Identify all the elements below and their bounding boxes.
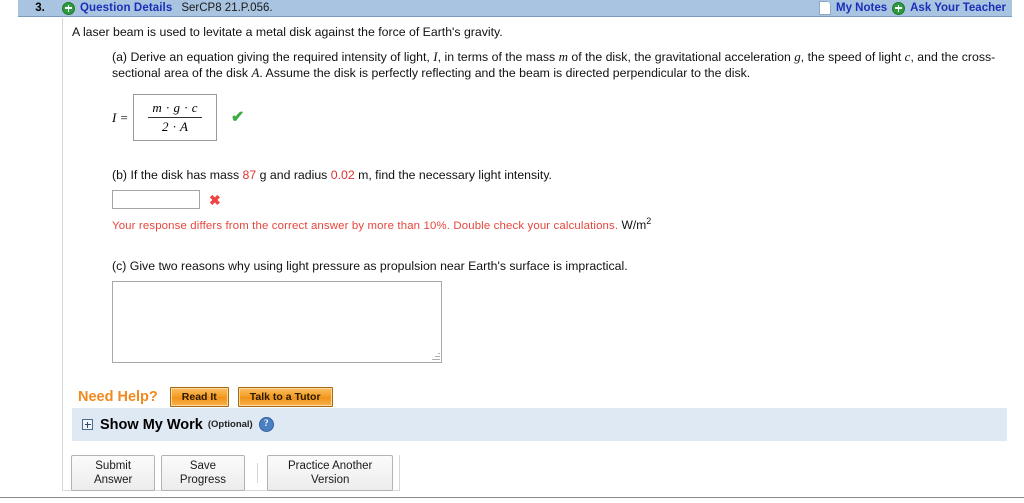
part-a-answer-row: I = m · g · c 2 · A ✔ — [112, 94, 1012, 141]
question-header-bar: 3. Question Details SerCP8 21.P.056. My … — [18, 0, 1012, 17]
fraction: m · g · c 2 · A — [148, 100, 203, 135]
content-left-divider — [62, 18, 63, 455]
save-progress-button[interactable]: Save Progress — [161, 454, 245, 491]
part-a-mid2: of the disk, the gravitational accelerat… — [567, 50, 795, 64]
expand-question-plus-icon[interactable] — [62, 1, 75, 15]
need-help-row: Need Help? Read It Talk to a Tutor — [78, 387, 1012, 407]
show-my-work-bar[interactable]: Show My Work (Optional) ? — [72, 408, 1007, 441]
part-c-answer-wrap — [112, 281, 442, 363]
unit-exponent: 2 — [646, 216, 652, 226]
equation-answer-box[interactable]: m · g · c 2 · A — [133, 94, 218, 141]
part-a-mid3: , the speed of light — [800, 50, 905, 64]
part-b-answer-row: ✖ — [112, 190, 1012, 209]
part-c-text: (c) Give two reasons why using light pre… — [112, 259, 628, 273]
part-b-suffix: m, find the necessary light intensity. — [354, 168, 552, 182]
page-bottom-strip — [0, 498, 1024, 503]
footer-divider — [256, 462, 258, 483]
ask-teacher-plus-icon[interactable] — [892, 1, 906, 15]
talk-to-a-tutor-button[interactable]: Talk to a Tutor — [237, 387, 333, 407]
feedback-text: Your response differs from the correct a… — [112, 220, 619, 232]
answer-unit: W/m2 — [621, 216, 652, 232]
footer-button-bar: Submit Answer Save Progress Practice Ano… — [62, 454, 400, 491]
practice-another-version-button[interactable]: Practice Another Version — [267, 454, 393, 491]
note-page-icon[interactable] — [819, 1, 831, 15]
question-details-link[interactable]: Question Details — [80, 2, 172, 14]
show-my-work-title: Show My Work — [100, 416, 203, 433]
question-mark-help-icon[interactable]: ? — [258, 417, 274, 432]
fraction-denominator: 2 · A — [161, 119, 189, 134]
part-a-prefix: (a) Derive an equation giving the requir… — [112, 50, 434, 64]
equation-lhs: I = — [112, 109, 129, 125]
part-b-mass-value: 87 — [242, 168, 257, 182]
variable-m: m — [558, 49, 568, 64]
part-b-feedback-message: Your response differs from the correct a… — [112, 216, 1012, 232]
green-check-icon: ✔ — [231, 108, 245, 126]
question-content: A laser beam is used to levitate a metal… — [72, 24, 1012, 407]
my-notes-link[interactable]: My Notes — [836, 2, 887, 14]
red-x-icon: ✖ — [209, 191, 221, 208]
question-code: SerCP8 21.P.056. — [181, 2, 273, 14]
part-a-mid1: , in terms of the mass — [437, 50, 559, 64]
part-b-answer-input[interactable] — [112, 190, 200, 209]
part-b-mid1: g and radius — [256, 168, 331, 182]
part-c-answer-textarea[interactable] — [112, 281, 442, 363]
header-actions: My Notes Ask Your Teacher — [819, 1, 1012, 15]
need-help-label: Need Help? — [78, 389, 158, 405]
part-b-text: (b) If the disk has mass 87 g and radius… — [112, 167, 1012, 183]
ask-your-teacher-link[interactable]: Ask Your Teacher — [910, 2, 1006, 14]
question-intro-text: A laser beam is used to levitate a metal… — [72, 25, 503, 39]
read-it-button[interactable]: Read It — [169, 387, 229, 407]
unit-base: W/m — [621, 218, 647, 232]
expand-plus-box-icon[interactable] — [82, 419, 93, 430]
part-a-text: (a) Derive an equation giving the requir… — [112, 49, 1024, 81]
part-b-radius-value: 0.02 — [330, 168, 355, 182]
show-my-work-optional-label: (Optional) — [207, 419, 253, 430]
submit-answer-button[interactable]: Submit Answer — [71, 454, 156, 491]
question-number: 3. — [35, 2, 45, 14]
fraction-numerator: m · g · c — [148, 100, 203, 118]
part-b-prefix: (b) If the disk has mass — [112, 168, 243, 182]
part-a-suffix: . Assume the disk is perfectly reflectin… — [259, 66, 751, 80]
